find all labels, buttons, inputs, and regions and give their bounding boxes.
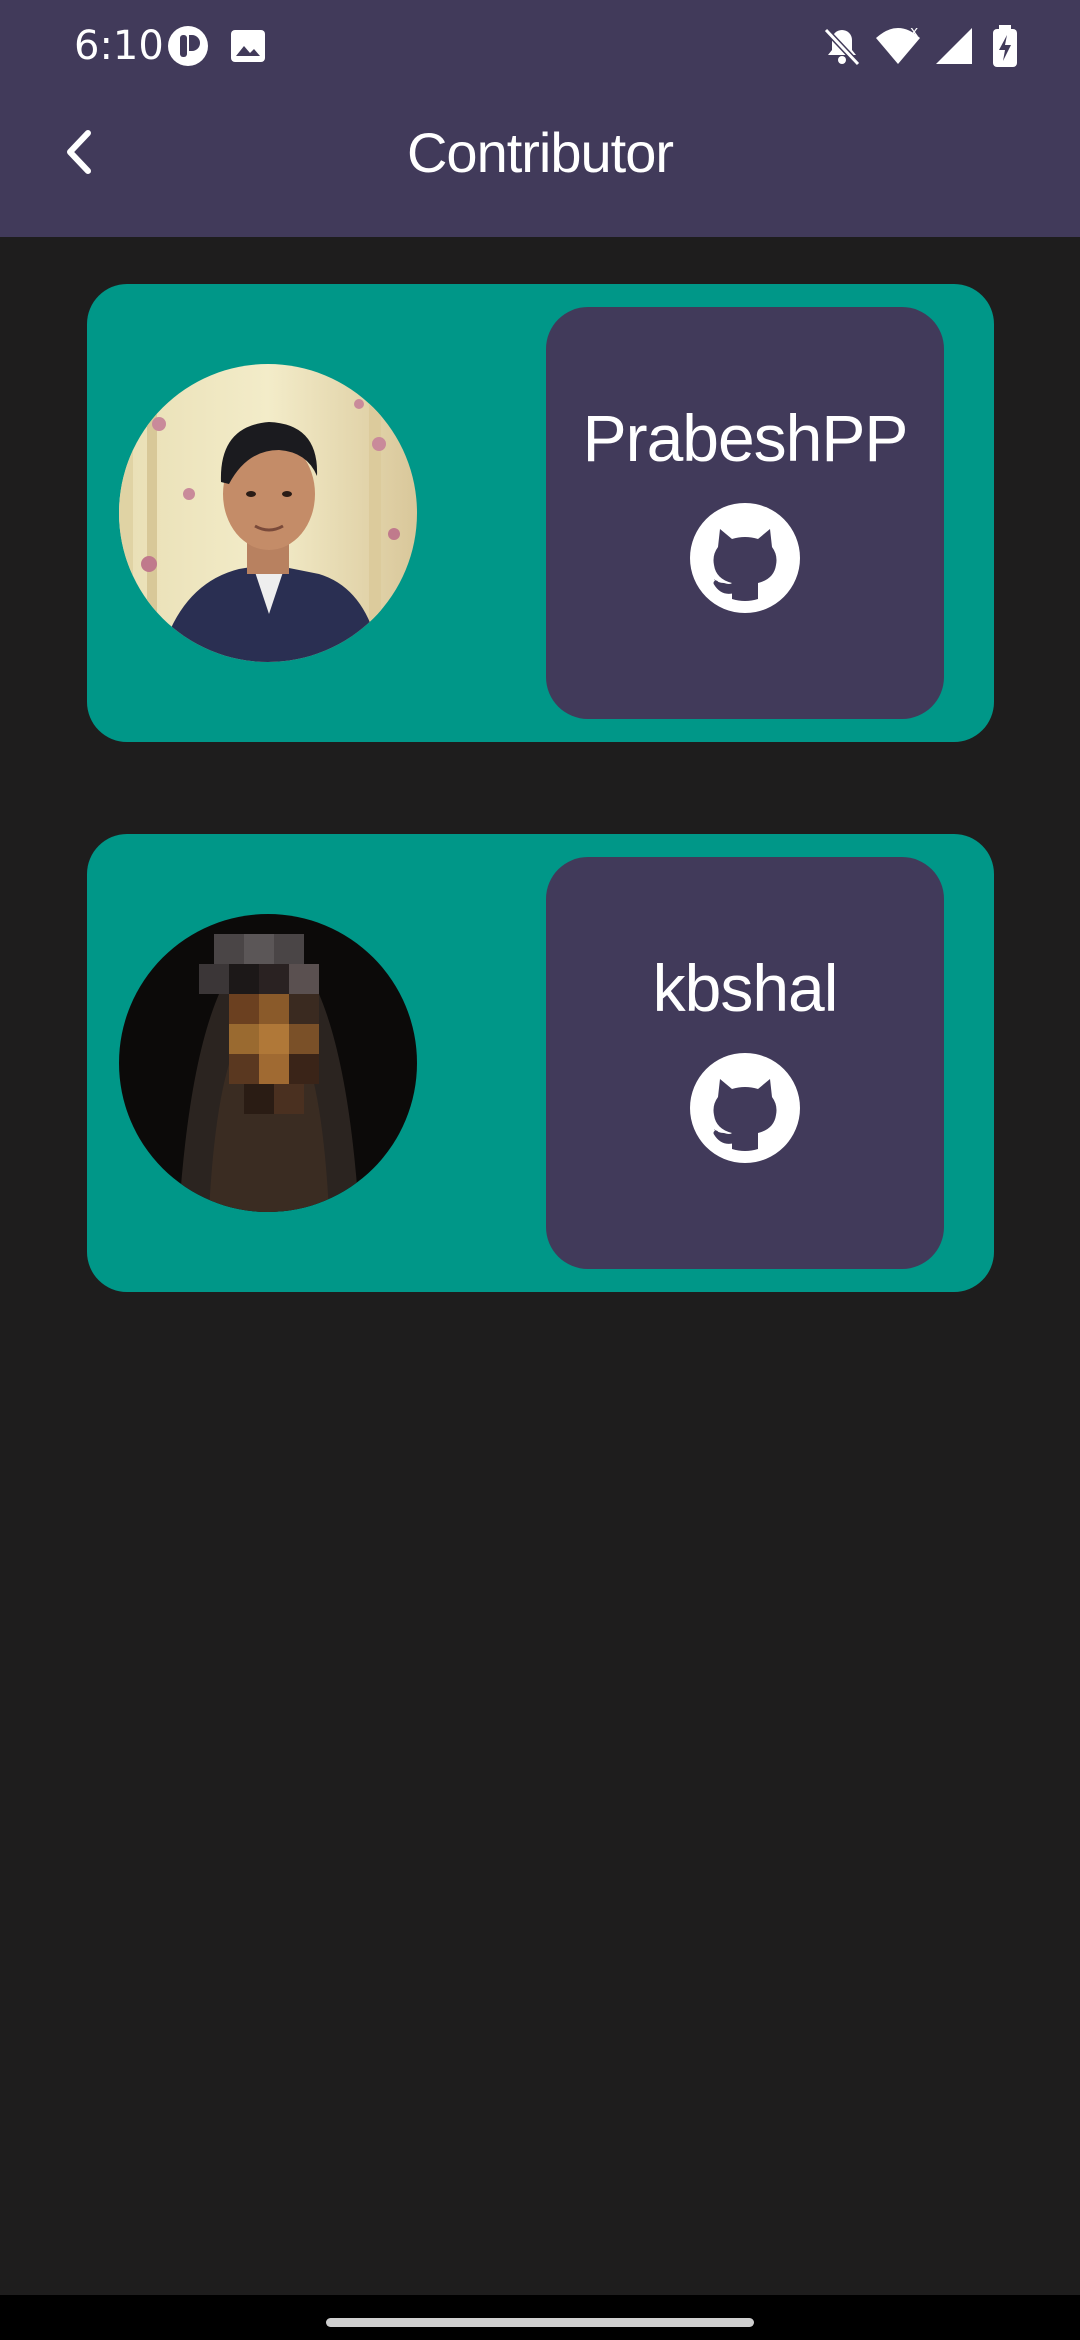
- app-notification-icon: [166, 24, 210, 68]
- wifi-icon: x: [874, 24, 920, 68]
- battery-charging-icon: [990, 24, 1020, 68]
- page-title: Contributor: [406, 121, 674, 184]
- avatar: [119, 914, 417, 1212]
- contributor-card: PrabeshPP: [87, 284, 994, 742]
- contributor-username: PrabeshPP: [582, 401, 909, 475]
- contributor-info-panel[interactable]: PrabeshPP: [546, 307, 944, 719]
- image-notification-icon: [226, 24, 270, 68]
- app-header: Contributor: [0, 92, 1080, 237]
- signal-icon: [932, 24, 976, 68]
- contributor-username: kbshal: [652, 951, 839, 1025]
- top-app-bar: 6:10 x Contributor: [0, 0, 1080, 237]
- contributor-info-panel[interactable]: kbshal: [546, 857, 944, 1269]
- github-icon[interactable]: [690, 1053, 800, 1163]
- status-time: 6:10: [74, 23, 164, 69]
- github-icon[interactable]: [690, 503, 800, 613]
- gesture-handle[interactable]: [326, 2318, 754, 2327]
- status-bar: 6:10 x: [0, 0, 1080, 92]
- avatar: [119, 364, 417, 662]
- bell-off-icon: [820, 24, 864, 68]
- contributor-card: kbshal: [87, 834, 994, 1292]
- svg-text:x: x: [910, 24, 918, 40]
